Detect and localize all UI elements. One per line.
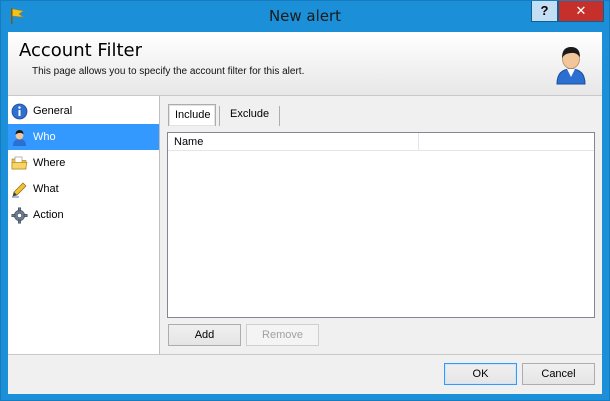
nav-item-label: General [33, 105, 73, 117]
navigation-list: General Who Where What Action [8, 96, 160, 354]
footer-divider [8, 354, 602, 355]
dialog-window: New alert ? ✕ Account Filter This page a… [0, 0, 610, 401]
title-bar[interactable]: New alert ? ✕ [1, 1, 609, 32]
tab-separator [219, 106, 220, 126]
tab-include[interactable]: Include [168, 104, 216, 126]
info-icon [11, 103, 28, 119]
nav-item-label: Who [33, 131, 56, 143]
help-button[interactable]: ? [531, 1, 558, 22]
folder-icon [11, 156, 28, 169]
tab-exclude[interactable]: Exclude [224, 104, 280, 126]
nav-item-label: Action [33, 209, 64, 221]
nav-item-general[interactable]: General [8, 98, 159, 124]
page-header: Account Filter This page allows you to s… [8, 32, 602, 96]
remove-button[interactable]: Remove [246, 324, 319, 346]
add-button[interactable]: Add [168, 324, 241, 346]
column-header-name[interactable]: Name [168, 133, 419, 151]
nav-item-where[interactable]: Where [8, 150, 159, 176]
page-description: This page allows you to specify the acco… [32, 66, 305, 77]
page-title: Account Filter [19, 40, 142, 61]
list-header: Name [168, 133, 594, 151]
gear-icon [11, 207, 28, 224]
pen-icon [12, 182, 27, 198]
account-list[interactable]: Name [167, 132, 595, 318]
ok-button[interactable]: OK [444, 363, 517, 385]
nav-item-label: Where [33, 157, 66, 169]
window-title: New alert [268, 7, 342, 25]
nav-item-who[interactable]: Who [8, 124, 159, 150]
tab-separator [279, 106, 280, 126]
user-avatar-icon [556, 47, 586, 85]
nav-item-what[interactable]: What [8, 176, 159, 202]
user-icon [13, 129, 26, 146]
dialog-client-area: Account Filter This page allows you to s… [8, 32, 602, 394]
cancel-button[interactable]: Cancel [522, 363, 595, 385]
nav-item-label: What [33, 183, 59, 195]
nav-item-action[interactable]: Action [8, 202, 159, 228]
close-button[interactable]: ✕ [558, 1, 604, 22]
